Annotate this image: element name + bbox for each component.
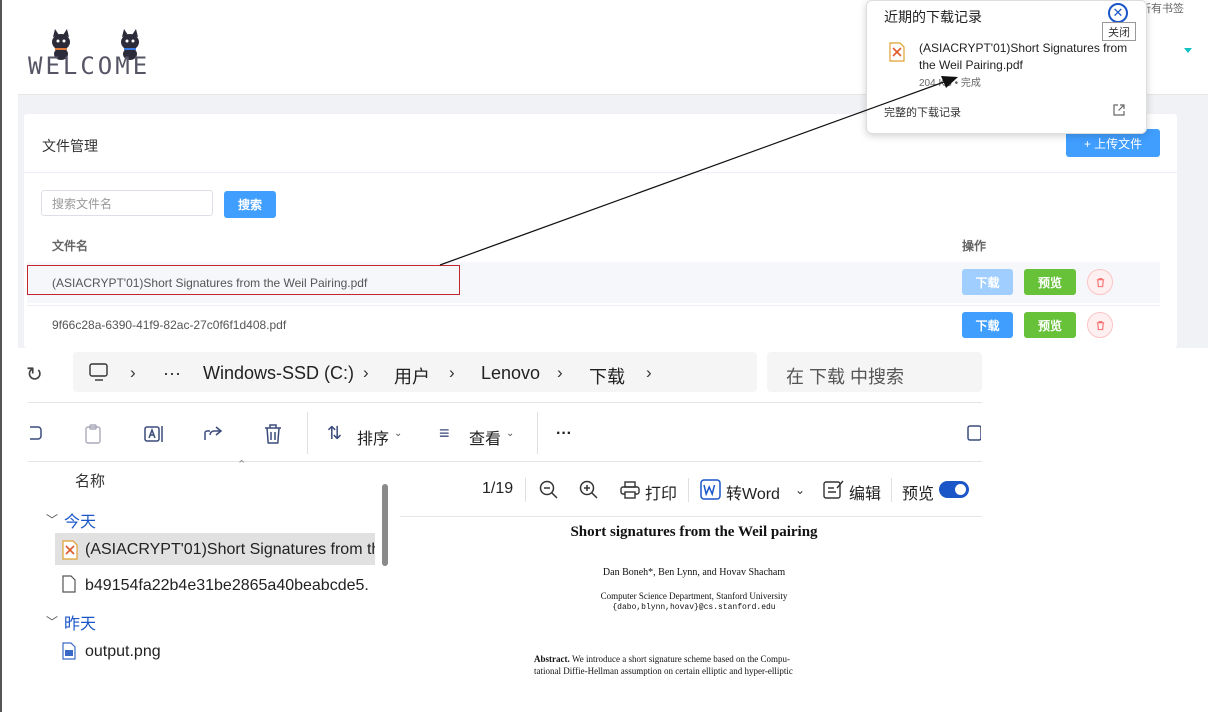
chevron-right-icon: › bbox=[130, 363, 136, 382]
pdf-file-icon bbox=[889, 42, 905, 62]
divider bbox=[28, 461, 982, 462]
share-icon[interactable] bbox=[203, 424, 225, 444]
full-download-history-link[interactable]: 完整的下载记录 bbox=[884, 104, 961, 120]
chevron-down-icon[interactable]: ⌄ bbox=[795, 483, 805, 497]
divider bbox=[525, 478, 526, 502]
preview-toggle-label: 预览 bbox=[902, 486, 935, 503]
breadcrumb-lenovo[interactable]: Lenovo bbox=[481, 363, 540, 384]
open-external-icon[interactable] bbox=[1112, 103, 1126, 117]
chevron-down-icon[interactable] bbox=[1184, 48, 1192, 53]
trash-icon bbox=[1096, 277, 1104, 287]
paper-title: Short signatures from the Weil pairing bbox=[570, 524, 818, 540]
toggle-knob bbox=[955, 484, 966, 495]
column-header-ops: 操作 bbox=[962, 239, 987, 253]
paste-icon[interactable] bbox=[83, 423, 103, 445]
delete-icon[interactable] bbox=[263, 423, 283, 445]
pdf-file-icon bbox=[62, 540, 78, 560]
divider bbox=[24, 172, 1177, 173]
chevron-right-icon[interactable]: › bbox=[646, 363, 652, 383]
word-icon[interactable] bbox=[700, 479, 721, 500]
sort-button[interactable]: 排序 bbox=[357, 425, 389, 449]
explorer-search-placeholder: 在 下载 中搜索 bbox=[786, 367, 905, 387]
breadcrumb-more[interactable]: ··· bbox=[163, 363, 181, 384]
download-file-name[interactable]: (ASIACRYPT'01)Short Signatures from the … bbox=[919, 40, 1133, 74]
file-explorer bbox=[28, 348, 982, 678]
divider bbox=[400, 516, 982, 517]
scrollbar[interactable] bbox=[382, 484, 388, 566]
print-icon[interactable] bbox=[620, 481, 640, 499]
breadcrumb-drive[interactable]: Windows-SSD (C:) bbox=[203, 363, 354, 384]
zoom-out-icon[interactable] bbox=[539, 480, 559, 500]
search-placeholder: 搜索文件名 bbox=[52, 196, 113, 211]
paper-abstract-line: tational Diffie-Hellman assumption on ce… bbox=[534, 666, 793, 676]
delete-button[interactable] bbox=[1087, 269, 1113, 295]
details-pane-icon[interactable] bbox=[967, 425, 981, 441]
new-icon[interactable] bbox=[28, 424, 44, 442]
list-item-label[interactable]: output.png bbox=[85, 643, 161, 661]
divider bbox=[307, 412, 308, 454]
file-icon bbox=[62, 575, 76, 593]
breadcrumb-users[interactable]: 用户 bbox=[394, 363, 430, 389]
chevron-down-icon[interactable]: ﹀ bbox=[46, 511, 58, 528]
breadcrumb-downloads[interactable]: 下载 bbox=[589, 363, 625, 389]
left-border bbox=[0, 0, 2, 712]
computer-icon bbox=[89, 363, 108, 381]
chevron-down-icon: ⌄ bbox=[394, 428, 403, 439]
preview-button[interactable]: 预览 bbox=[1024, 312, 1076, 338]
delete-button[interactable] bbox=[1087, 312, 1113, 338]
preview-button[interactable]: 预览 bbox=[1024, 269, 1076, 295]
download-button[interactable]: 下载 bbox=[962, 312, 1013, 338]
page-indicator: 1/19 bbox=[482, 480, 514, 497]
download-button[interactable]: 下载 bbox=[962, 269, 1013, 295]
divider bbox=[688, 478, 689, 502]
image-file-icon bbox=[62, 642, 76, 660]
list-item-label: (ASIACRYPT'01)Short Signatures from th bbox=[85, 541, 375, 558]
paper-affiliation: Computer Science Department, Stanford Un… bbox=[600, 591, 788, 601]
close-icon[interactable]: ✕ bbox=[1108, 3, 1128, 23]
chevron-down-icon[interactable]: ﹀ bbox=[46, 613, 58, 630]
chevron-right-icon: › bbox=[449, 363, 455, 382]
group-yesterday[interactable]: 昨天 bbox=[64, 610, 96, 634]
zoom-in-icon[interactable] bbox=[579, 480, 599, 500]
edit-icon[interactable] bbox=[823, 479, 845, 500]
download-status: 204 KB • 完成 bbox=[919, 78, 981, 89]
edit-button[interactable]: 编辑 bbox=[849, 480, 881, 504]
card-title: 文件管理 bbox=[42, 138, 98, 154]
downloads-title: 近期的下载记录 bbox=[884, 9, 982, 25]
logo-text: WELCOME bbox=[28, 52, 151, 80]
convert-word-button[interactable]: 转Word bbox=[726, 480, 780, 504]
search-button[interactable]: 搜索 bbox=[224, 191, 276, 218]
paper-email: {dabo,blynn,hovav}@cs.stanford.edu bbox=[612, 603, 776, 612]
chevron-down-icon: ⌄ bbox=[506, 428, 515, 439]
search-input[interactable]: 搜索文件名 bbox=[41, 190, 213, 216]
highlight-box bbox=[27, 265, 460, 295]
view-button[interactable]: 查看 bbox=[469, 425, 501, 449]
sort-icon[interactable]: ⇅ bbox=[327, 423, 342, 444]
column-header-name: 文件名 bbox=[52, 239, 89, 253]
list-item-label[interactable]: b49154fa22b4e31be2865a40beabcde5. bbox=[85, 577, 375, 595]
abstract-label: Abstract. bbox=[534, 654, 570, 664]
divider bbox=[537, 412, 538, 454]
paper-authors: Dan Boneh*, Ben Lynn, and Hovav Shacham bbox=[602, 567, 786, 578]
divider bbox=[891, 478, 892, 502]
file-name: 9f66c28a-6390-41f9-82ac-27c0f6f1d408.pdf bbox=[52, 318, 287, 332]
chevron-right-icon: › bbox=[363, 363, 369, 382]
trash-icon bbox=[1096, 320, 1104, 330]
abstract-text: We introduce a short signature scheme ba… bbox=[572, 654, 790, 664]
rename-icon[interactable] bbox=[143, 423, 165, 445]
column-header-name[interactable]: 名称 bbox=[75, 470, 105, 491]
refresh-icon[interactable]: ↻ bbox=[26, 362, 43, 387]
more-options-button[interactable]: ··· bbox=[556, 425, 572, 443]
group-today[interactable]: 今天 bbox=[64, 508, 96, 532]
view-icon[interactable]: ≡ bbox=[439, 423, 450, 444]
paper-abstract-line: Abstract. We introduce a short signature… bbox=[534, 654, 790, 664]
print-button[interactable]: 打印 bbox=[645, 480, 677, 504]
divider bbox=[28, 402, 982, 403]
chevron-right-icon: › bbox=[557, 363, 563, 382]
sort-indicator-icon: ⌃ bbox=[237, 459, 247, 471]
close-tooltip: 关闭 bbox=[1102, 22, 1136, 41]
